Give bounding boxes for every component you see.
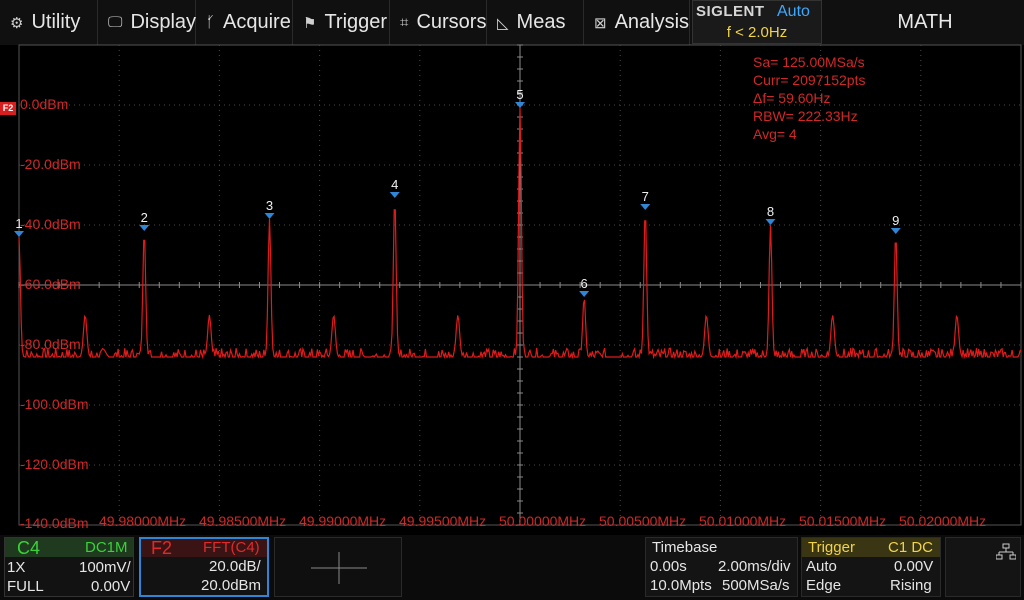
- timebase-box[interactable]: Timebase 0.00s 2.00ms/div 10.0Mpts 500MS…: [645, 537, 798, 597]
- fft-sample-rate: Sa= 125.00MSa/s: [753, 54, 865, 70]
- timebase-scale: 2.00ms/div: [718, 558, 791, 575]
- math-f2-offset: 20.0dBm: [201, 577, 262, 594]
- peak-label: 9: [892, 213, 899, 228]
- timebase-title: Timebase: [652, 539, 718, 556]
- x-label: 49.99500MHz: [399, 513, 487, 529]
- y-label: -20.0dBm: [20, 156, 81, 172]
- x-label: 50.02000MHz: [899, 513, 987, 529]
- y-label: -140.0dBm: [20, 515, 89, 531]
- math-f2-source: FFT(C4): [203, 539, 260, 556]
- math-f2-name: F2: [151, 538, 173, 558]
- y-label: 0.0dBm: [20, 96, 69, 112]
- x-label: 50.01500MHz: [799, 513, 887, 529]
- trigger-source: C1 DC: [888, 539, 934, 556]
- peak-marker: [389, 192, 400, 198]
- peak-label: 4: [391, 177, 398, 192]
- waveform-grid: 1 23456789: [14, 44, 1022, 526]
- fft-points: Curr= 2097152pts: [753, 72, 866, 88]
- channel-c4-probe: 1X: [7, 559, 26, 576]
- x-label: 50.00500MHz: [599, 513, 687, 529]
- timebase-depth: 10.0Mpts: [650, 577, 712, 594]
- channel-c4-name: C4: [17, 538, 41, 558]
- x-label: 50.01000MHz: [699, 513, 787, 529]
- fft-delta-f: Δf= 59.60Hz: [753, 90, 831, 106]
- fft-rbw: RBW= 222.33Hz: [753, 108, 858, 124]
- timebase-rate: 500MSa/s: [722, 577, 790, 594]
- channel-c4-coupling: DC1M: [85, 539, 128, 556]
- peak-marker: [579, 291, 590, 297]
- network-icon: [996, 543, 1016, 560]
- x-label: 50.00000MHz: [499, 513, 587, 529]
- plus-icon: [311, 552, 367, 584]
- peak-label: 7: [642, 189, 649, 204]
- peak-marker: [515, 102, 525, 108]
- trigger-box[interactable]: Trigger C1 DC Auto 0.00V Edge Rising: [801, 537, 941, 597]
- channel-c4-box[interactable]: C4 DC1M 1X 100mV/ FULL 0.00V: [4, 537, 134, 597]
- peak-marker: [765, 219, 776, 225]
- y-label: -100.0dBm: [20, 396, 89, 412]
- channel-c4-scale: 100mV/: [79, 559, 131, 576]
- peak-marker: [264, 213, 275, 219]
- peak-label: 8: [767, 204, 774, 219]
- peak-marker: [640, 204, 651, 210]
- peak-label: 2: [141, 210, 148, 225]
- math-f2-scale: 20.0dB/: [209, 558, 261, 575]
- y-label: -120.0dBm: [20, 456, 89, 472]
- y-label: -40.0dBm: [20, 216, 81, 232]
- peak-marker: [890, 228, 901, 234]
- peak-label: 3: [266, 198, 273, 213]
- fft-average: Avg= 4: [753, 126, 797, 142]
- trigger-type: Edge: [806, 577, 842, 594]
- trigger-title: Trigger: [808, 539, 855, 556]
- trigger-level: 0.00V: [894, 558, 934, 575]
- trace-marker[interactable]: F2: [0, 102, 16, 115]
- channel-c4-bandwidth: FULL: [7, 578, 44, 595]
- add-channel-slot[interactable]: [274, 537, 402, 597]
- x-label: 49.99000MHz: [299, 513, 387, 529]
- peak-label: 5: [516, 87, 523, 102]
- x-label: 49.98000MHz: [99, 513, 187, 529]
- x-label: 49.98500MHz: [199, 513, 287, 529]
- timebase-delay: 0.00s: [650, 558, 687, 575]
- peak-label: 6: [581, 276, 588, 291]
- y-label: -60.0dBm: [20, 276, 81, 292]
- network-status[interactable]: [945, 537, 1021, 597]
- y-label: -80.0dBm: [20, 336, 81, 352]
- status-bar: C4 DC1M 1X 100mV/ FULL 0.00V F2 FFT(C4) …: [0, 535, 1024, 600]
- trigger-mode: Auto: [806, 558, 837, 575]
- channel-c4-offset: 0.00V: [91, 578, 131, 595]
- trigger-slope: Rising: [890, 577, 932, 594]
- math-f2-box[interactable]: F2 FFT(C4) 20.0dB/ 20.0dBm: [139, 537, 269, 597]
- peak-marker: [139, 225, 150, 231]
